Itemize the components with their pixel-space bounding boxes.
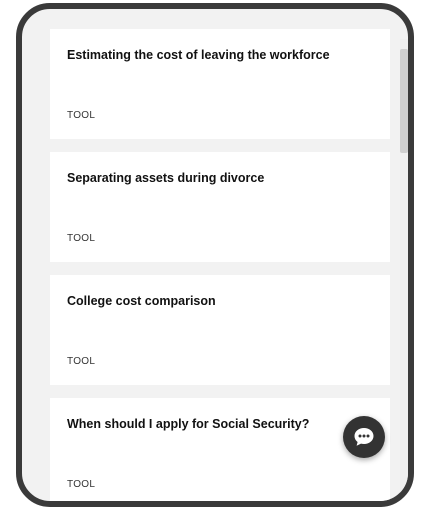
tool-card[interactable]: Separating assets during divorce TOOL	[50, 152, 390, 262]
card-type-label: TOOL	[67, 110, 96, 121]
card-type-label: TOOL	[67, 479, 96, 490]
card-title: Estimating the cost of leaving the workf…	[67, 48, 330, 62]
card-type-label: TOOL	[67, 233, 96, 244]
scrollbar-thumb[interactable]	[400, 49, 408, 153]
tool-card-list: Estimating the cost of leaving the workf…	[50, 29, 390, 501]
chat-button[interactable]	[343, 416, 385, 458]
tool-card[interactable]: Estimating the cost of leaving the workf…	[50, 29, 390, 139]
card-title: College cost comparison	[67, 294, 216, 308]
tool-card[interactable]: When should I apply for Social Security?…	[50, 398, 390, 501]
card-title: Separating assets during divorce	[67, 171, 265, 185]
card-title: When should I apply for Social Security?	[67, 417, 310, 431]
chat-bubble-icon	[354, 428, 374, 446]
tool-card[interactable]: College cost comparison TOOL	[50, 275, 390, 385]
card-type-label: TOOL	[67, 356, 96, 367]
